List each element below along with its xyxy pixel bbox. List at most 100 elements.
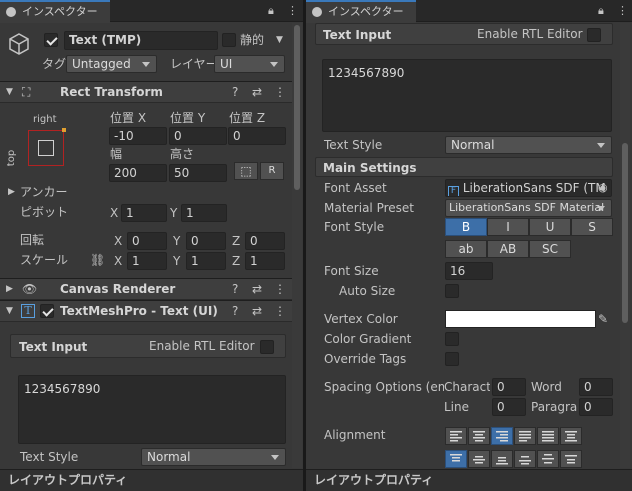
pivot-x-field[interactable]: 1 — [121, 204, 167, 222]
scale-z-field[interactable]: 1 — [245, 252, 285, 270]
left-text-style-dropdown[interactable]: Normal — [141, 448, 286, 466]
pos-x-field[interactable]: -10 — [109, 127, 167, 145]
pos-y-field[interactable]: 0 — [169, 127, 227, 145]
height-field[interactable]: 50 — [169, 164, 227, 182]
anchor-preset-button[interactable] — [28, 128, 66, 166]
font-style-strikethrough-button[interactable]: S — [571, 218, 613, 236]
static-dropdown-arrow[interactable]: ▼ — [276, 32, 283, 48]
object-name-field[interactable]: Text (TMP) — [64, 31, 218, 50]
component-menu-icon[interactable]: ⋮ — [274, 304, 286, 318]
right-footer-layout-properties[interactable]: レイアウトプロパティ — [306, 469, 632, 491]
character-spacing-label: Charact — [444, 380, 490, 394]
tmp-enabled-checkbox[interactable] — [40, 304, 54, 318]
scale-y-field[interactable]: 1 — [186, 252, 226, 270]
vertex-color-swatch[interactable] — [445, 310, 596, 328]
rot-y-field[interactable]: 0 — [186, 232, 226, 250]
help-icon[interactable]: ? — [232, 282, 238, 296]
right-text-style-label: Text Style — [324, 138, 383, 152]
align-justify-icon[interactable] — [514, 427, 536, 445]
left-footer-layout-properties[interactable]: レイアウトプロパティ — [0, 469, 303, 491]
font-asset-picker-icon[interactable]: ◉ — [598, 180, 608, 196]
word-spacing-field[interactable]: 0 — [579, 378, 613, 396]
help-icon[interactable]: ? — [232, 304, 238, 318]
preset-icon[interactable]: ⇄ — [252, 282, 262, 296]
foldout-arrow-icon[interactable]: ▶ — [6, 284, 13, 294]
font-asset-field[interactable]: F LiberationSans SDF (TM — [445, 179, 612, 197]
pivot-y-label: Y — [170, 206, 178, 220]
preset-icon[interactable]: ⇄ — [252, 304, 262, 318]
line-spacing-field[interactable]: 0 — [492, 398, 526, 416]
left-scroll-thumb[interactable] — [294, 25, 300, 190]
help-icon[interactable]: ? — [232, 85, 238, 99]
align-baseline-icon[interactable] — [514, 450, 536, 468]
rot-z-field[interactable]: 0 — [245, 232, 285, 250]
eyedropper-icon[interactable]: ✎ — [598, 311, 608, 327]
align-left-icon[interactable] — [445, 427, 467, 445]
font-style-bold-button[interactable]: B — [445, 218, 487, 236]
right-scroll-thumb[interactable] — [622, 143, 628, 323]
lock-icon[interactable]: 🔒︎ — [598, 4, 604, 18]
character-spacing-field[interactable]: 0 — [492, 378, 526, 396]
anchor-foldout-icon[interactable]: ▶ — [8, 184, 15, 200]
more-menu-icon[interactable]: ⋮ — [617, 4, 628, 17]
rot-x-field[interactable]: 0 — [127, 232, 167, 250]
font-style-italic-button[interactable]: I — [487, 218, 529, 236]
right-text-input-area[interactable]: 1234567890 — [322, 59, 612, 132]
foldout-arrow-icon[interactable]: ▼ — [6, 87, 13, 97]
right-scrollbar[interactable] — [620, 23, 630, 468]
pos-z-field[interactable]: 0 — [228, 127, 286, 145]
scale-x-field[interactable]: 1 — [127, 252, 167, 270]
left-inspector-tab[interactable]: インスペクター — [0, 0, 110, 23]
align-flush-icon[interactable] — [537, 427, 559, 445]
left-text-input-area[interactable]: 1234567890 — [18, 375, 286, 444]
component-menu-icon[interactable]: ⋮ — [274, 85, 286, 99]
font-size-field[interactable]: 16 — [445, 262, 493, 280]
right-rtl-checkbox[interactable] — [587, 28, 601, 42]
align-midline-icon[interactable] — [537, 450, 559, 468]
tag-dropdown[interactable]: Untagged — [66, 55, 157, 73]
rect-transform-header[interactable]: ▼ ⛶ Rect Transform ? ⇄ ⋮ — [0, 81, 293, 103]
right-inspector-tab[interactable]: インスペクター — [306, 0, 416, 23]
object-active-checkbox[interactable] — [44, 33, 58, 47]
constrain-proportions-icon[interactable]: ⛓ — [90, 252, 105, 268]
more-menu-icon[interactable]: ⋮ — [287, 4, 298, 17]
left-scrollbar[interactable] — [292, 23, 302, 468]
anchor-label[interactable]: アンカー — [20, 184, 68, 200]
auto-size-checkbox[interactable] — [445, 284, 459, 298]
font-asset-value: LiberationSans SDF (TM — [462, 181, 606, 195]
font-asset-label: Font Asset — [324, 181, 387, 195]
color-gradient-checkbox[interactable] — [445, 332, 459, 346]
align-bottom-icon[interactable] — [491, 450, 513, 468]
width-field[interactable]: 200 — [109, 164, 167, 182]
font-style-lowercase-button[interactable]: ab — [445, 240, 487, 258]
align-geometry-center-icon[interactable] — [560, 427, 582, 445]
static-checkbox[interactable] — [222, 33, 236, 47]
font-style-underline-button[interactable]: U — [529, 218, 571, 236]
canvas-renderer-header[interactable]: ▶ 👁︎ Canvas Renderer ? ⇄ ⋮ — [0, 278, 293, 300]
right-text-style-dropdown[interactable]: Normal — [445, 136, 612, 154]
material-preset-dropdown[interactable]: LiberationSans SDF Material — [445, 199, 612, 217]
lock-icon[interactable]: 🔒︎ — [268, 4, 274, 18]
foldout-arrow-icon[interactable]: ▼ — [6, 306, 13, 316]
tmp-component-header[interactable]: ▼ T TextMeshPro - Text (UI) ? ⇄ ⋮ — [0, 300, 293, 322]
layer-dropdown[interactable]: UI — [214, 55, 285, 73]
preset-icon[interactable]: ⇄ — [252, 85, 262, 99]
override-tags-checkbox[interactable] — [445, 352, 459, 366]
align-middle-icon[interactable] — [468, 450, 490, 468]
align-top-icon[interactable] — [445, 450, 467, 468]
paragraph-spacing-field[interactable]: 0 — [579, 398, 613, 416]
pivot-y-field[interactable]: 1 — [181, 204, 227, 222]
blueprint-mode-button[interactable]: ⬚ — [234, 162, 258, 180]
font-style-smallcaps-button[interactable]: SC — [529, 240, 571, 258]
align-right-icon[interactable] — [491, 427, 513, 445]
left-rtl-checkbox[interactable] — [260, 340, 274, 354]
align-capline-icon[interactable] — [560, 450, 582, 468]
align-center-icon[interactable] — [468, 427, 490, 445]
scale-x-label: X — [114, 254, 123, 268]
right-tab-label: インスペクター — [328, 5, 404, 18]
raw-edit-button[interactable]: R — [260, 162, 284, 180]
component-menu-icon[interactable]: ⋮ — [274, 282, 286, 296]
font-style-uppercase-button[interactable]: AB — [487, 240, 529, 258]
vertex-color-label: Vertex Color — [324, 312, 398, 326]
left-inspector-panel: インスペクター 🔒︎ ⋮ Text (TMP) 静的 ▼ タグ Untagged… — [0, 0, 303, 491]
